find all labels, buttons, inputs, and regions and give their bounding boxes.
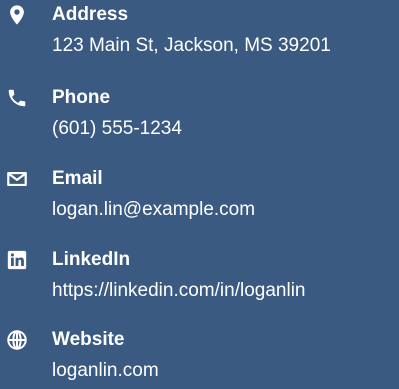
- email-value[interactable]: logan.lin@example.com: [52, 198, 255, 222]
- location-pin-icon: [6, 4, 28, 26]
- contact-item-email: Email logan.lin@example.com: [0, 168, 399, 228]
- phone-icon: [6, 87, 28, 109]
- website-value[interactable]: loganlin.com: [52, 359, 159, 383]
- email-label: Email: [52, 168, 103, 189]
- contact-item-phone: Phone (601) 555-1234: [0, 87, 399, 147]
- contact-item-address: Address 123 Main St, Jackson, MS 39201: [0, 4, 399, 64]
- phone-value: (601) 555-1234: [52, 118, 182, 139]
- phone-label: Phone: [52, 87, 111, 108]
- address-label: Address: [52, 4, 129, 25]
- address-value: 123 Main St, Jackson, MS 39201: [52, 35, 331, 56]
- envelope-icon: [6, 168, 28, 190]
- website-label: Website: [52, 329, 125, 350]
- linkedin-label: LinkedIn: [52, 249, 131, 270]
- linkedin-icon: [6, 249, 28, 271]
- linkedin-value[interactable]: https://linkedin.com/in/loganlin: [52, 279, 305, 303]
- contact-item-website: Website loganlin.com: [0, 329, 399, 389]
- globe-icon: [6, 329, 28, 351]
- contact-item-linkedin: LinkedIn https://linkedin.com/in/loganli…: [0, 249, 399, 309]
- contact-list: Address 123 Main St, Jackson, MS 39201 P…: [0, 0, 399, 387]
